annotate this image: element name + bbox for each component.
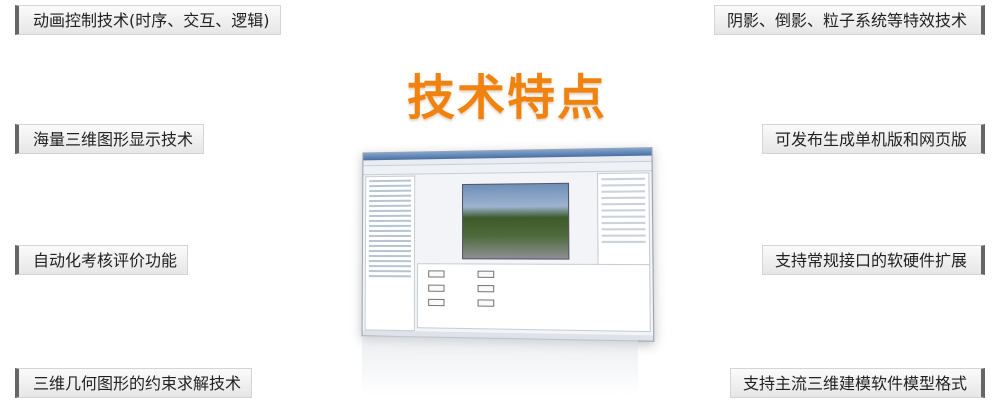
screenshot-reflection <box>362 336 638 396</box>
feature-tag-special-effects: 阴影、倒影、粒子系统等特效技术 <box>713 5 985 35</box>
feature-tag-animation-control: 动画控制技术(时序、交互、逻辑) <box>15 5 281 35</box>
feature-tag-constraint-solving: 三维几何图形的约束求解技术 <box>15 368 253 398</box>
feature-tag-publish-standalone-web: 可发布生成单机版和网页版 <box>761 124 985 154</box>
feature-label: 自动化考核评价功能 <box>33 251 178 270</box>
feature-label: 阴影、倒影、粒子系统等特效技术 <box>726 11 967 30</box>
feature-tag-auto-assessment: 自动化考核评价功能 <box>15 245 189 275</box>
properties-panel <box>596 172 651 270</box>
page-title: 技术特点 <box>406 70 607 126</box>
feature-tag-model-formats: 支持主流三维建模软件模型格式 <box>729 368 985 398</box>
feature-label: 动画控制技术(时序、交互、逻辑) <box>33 11 270 30</box>
feature-tag-massive-3d-display: 海量三维图形显示技术 <box>15 124 205 154</box>
feature-tag-hardware-extension: 支持常规接口的软硬件扩展 <box>761 245 985 275</box>
logic-editor-panel <box>416 263 651 333</box>
software-screenshot <box>361 147 655 402</box>
feature-label: 支持常规接口的软硬件扩展 <box>774 251 967 270</box>
scene-tree-panel <box>364 175 416 332</box>
3d-viewport <box>462 182 570 260</box>
feature-label: 三维几何图形的约束求解技术 <box>33 374 242 393</box>
feature-label: 海量三维图形显示技术 <box>33 130 194 149</box>
feature-label: 支持主流三维建模软件模型格式 <box>742 374 967 393</box>
feature-label: 可发布生成单机版和网页版 <box>774 130 967 149</box>
software-window-image <box>361 147 655 342</box>
